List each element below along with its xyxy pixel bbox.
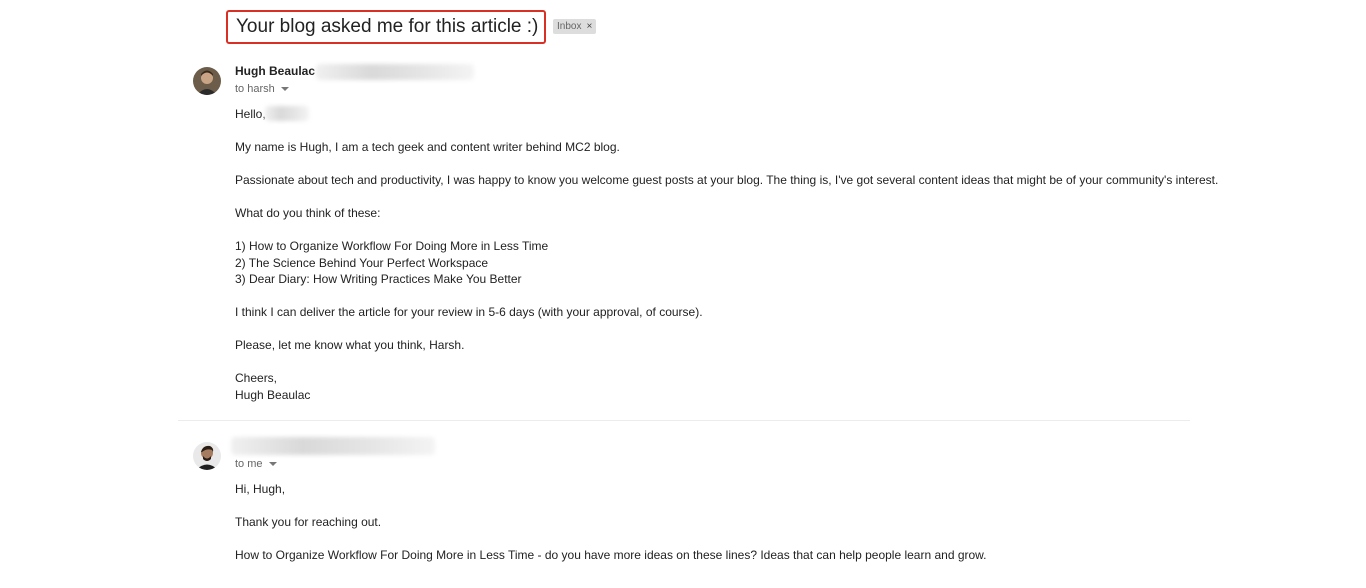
recipient-details[interactable]: to harsh (235, 83, 289, 95)
sender-name[interactable]: Hugh Beaulac (235, 64, 315, 78)
avatar-photo (193, 67, 221, 95)
redacted-sender-name-and-email (231, 437, 435, 455)
message-divider (178, 420, 1190, 421)
chevron-down-icon[interactable] (280, 87, 289, 91)
message-greeting: Hello, (235, 107, 266, 121)
close-icon[interactable]: × (586, 21, 592, 32)
sender-avatar[interactable] (193, 67, 221, 95)
avatar-photo (193, 442, 221, 470)
email-subject: Your blog asked me for this article :) (236, 16, 539, 37)
message-paragraph: Please, let me know what you think, Hars… (235, 338, 465, 352)
greeting-text: Hello, (235, 107, 266, 121)
message-signature: Hugh Beaulac (235, 388, 311, 402)
idea-list-item: 2) The Science Behind Your Perfect Works… (235, 256, 489, 270)
chevron-down-icon[interactable] (268, 462, 277, 466)
idea-list-item: 3) Dear Diary: How Writing Practices Mak… (235, 272, 522, 286)
idea-list-item: 1) How to Organize Workflow For Doing Mo… (235, 239, 549, 253)
message-paragraph: What do you think of these: (235, 206, 381, 220)
message-greeting: Hi, Hugh, (235, 482, 286, 496)
recipient-text: to me (235, 458, 263, 470)
message-paragraph: Passionate about tech and productivity, … (235, 173, 1219, 187)
inbox-label-chip[interactable]: Inbox × (553, 19, 597, 34)
message-paragraph: How to Organize Workflow For Doing More … (235, 548, 987, 562)
redacted-recipient-name (265, 106, 309, 121)
message-signoff: Cheers, (235, 371, 278, 385)
inbox-label-text: Inbox (557, 21, 582, 32)
message-paragraph: My name is Hugh, I am a tech geek and co… (235, 140, 620, 154)
recipient-text: to harsh (235, 83, 275, 95)
redacted-sender-email (316, 64, 474, 80)
recipient-details[interactable]: to me (235, 458, 277, 470)
subject-highlight-box: Your blog asked me for this article :) (226, 10, 547, 44)
message-paragraph: I think I can deliver the article for yo… (235, 305, 703, 319)
sender-avatar[interactable] (193, 442, 221, 470)
message-paragraph: Thank you for reaching out. (235, 515, 382, 529)
